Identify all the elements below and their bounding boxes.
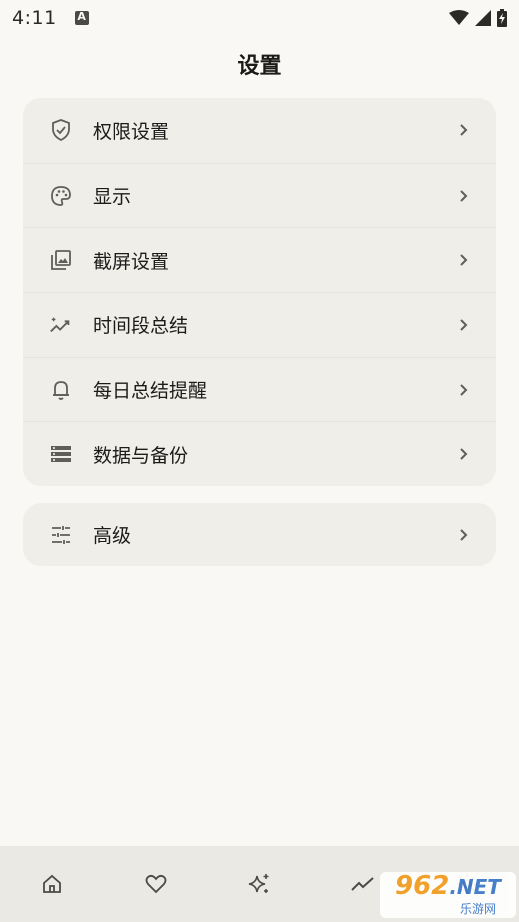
chevron-right-icon bbox=[456, 318, 470, 332]
status-time: 4:11 bbox=[12, 7, 57, 29]
status-bar: 4:11 bbox=[0, 0, 519, 36]
settings-item-label: 显示 bbox=[93, 186, 132, 209]
accessibility-a-icon bbox=[74, 10, 89, 25]
battery-charging-icon bbox=[497, 9, 507, 27]
trend-icon bbox=[350, 874, 376, 894]
signal-icon bbox=[475, 10, 491, 26]
settings-item-label: 权限设置 bbox=[93, 120, 170, 143]
bell-icon bbox=[49, 378, 73, 402]
chevron-right-icon bbox=[456, 123, 470, 137]
settings-item-permissions[interactable]: 权限设置 bbox=[23, 98, 496, 163]
chevron-right-icon bbox=[456, 383, 470, 397]
watermark-logo: 962.NET 乐游网 bbox=[380, 872, 516, 918]
settings-item-period-summary[interactable]: 时间段总结 bbox=[23, 292, 496, 357]
settings-item-label: 高级 bbox=[93, 525, 132, 547]
settings-card-advanced: 高级 bbox=[23, 503, 496, 566]
gallery-icon bbox=[49, 248, 73, 272]
chevron-right-icon bbox=[456, 528, 470, 542]
watermark-brand: 962.NET bbox=[395, 871, 501, 901]
nav-home[interactable] bbox=[0, 846, 104, 922]
settings-item-display[interactable]: 显示 bbox=[23, 162, 496, 228]
settings-item-data-backup[interactable]: 数据与备份 bbox=[23, 421, 496, 486]
settings-item-label: 数据与备份 bbox=[93, 444, 189, 467]
nav-ai[interactable] bbox=[208, 846, 312, 922]
chevron-right-icon bbox=[456, 189, 470, 203]
settings-card-main: 权限设置 显示 截屏设置 时间段总结 每日总结提醒 数据与备份 bbox=[23, 98, 496, 486]
settings-item-daily-reminder[interactable]: 每日总结提醒 bbox=[23, 356, 496, 422]
status-icons bbox=[449, 9, 507, 27]
settings-item-label: 时间段总结 bbox=[93, 315, 189, 338]
shield-check-icon bbox=[49, 118, 73, 142]
sparkle-trend-icon bbox=[49, 313, 73, 337]
heart-icon bbox=[144, 873, 168, 895]
settings-item-label: 截屏设置 bbox=[93, 250, 170, 273]
wifi-icon bbox=[449, 10, 469, 26]
storage-icon bbox=[49, 442, 73, 466]
watermark-subtitle: 乐游网 bbox=[459, 902, 496, 916]
settings-item-advanced[interactable]: 高级 bbox=[23, 503, 496, 566]
tune-icon bbox=[49, 523, 73, 547]
page-title: 设置 bbox=[237, 54, 282, 79]
chevron-right-icon bbox=[456, 447, 470, 461]
palette-icon bbox=[49, 184, 73, 208]
chevron-right-icon bbox=[456, 253, 470, 267]
home-icon bbox=[41, 873, 63, 895]
sparkles-icon bbox=[247, 872, 271, 896]
settings-item-label: 每日总结提醒 bbox=[93, 380, 208, 403]
nav-favorites[interactable] bbox=[104, 846, 208, 922]
settings-item-screenshot[interactable]: 截屏设置 bbox=[23, 227, 496, 292]
